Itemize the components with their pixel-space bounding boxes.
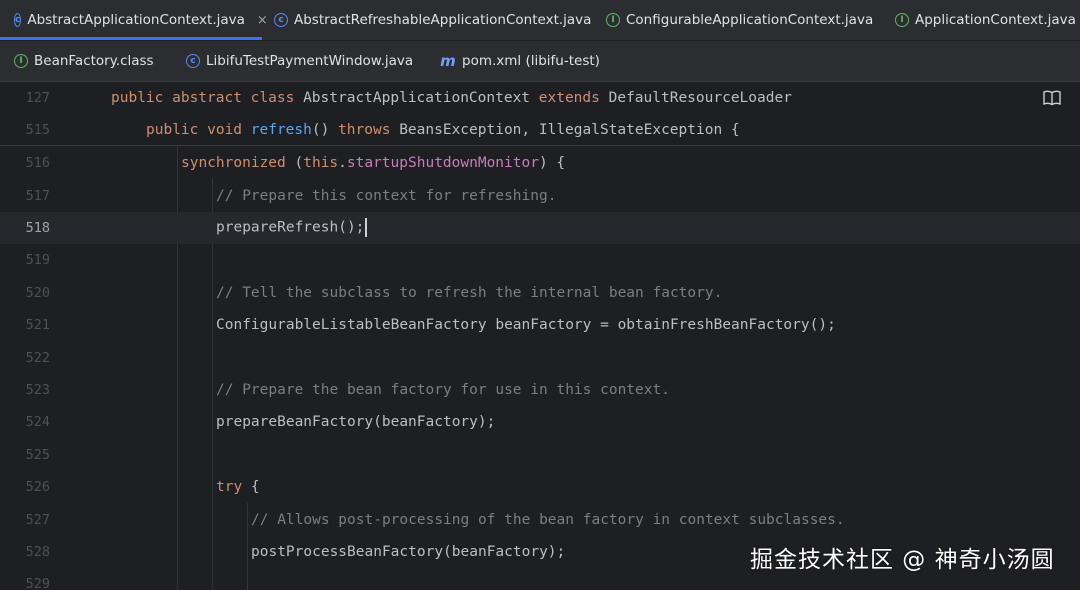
line-number: 516 <box>25 155 50 172</box>
row1-tab-2[interactable]: I ConfigurableApplicationContext.java <box>606 0 873 40</box>
code-token: // Prepare the bean factory for use in t… <box>216 381 670 398</box>
java-interface-icon: I <box>895 13 909 27</box>
code-text[interactable]: prepareRefresh(); <box>216 218 368 238</box>
line-number: 517 <box>25 187 50 204</box>
code-text[interactable]: // Prepare this context for refreshing. <box>216 188 556 204</box>
code-token: public void <box>146 121 251 138</box>
code-token: this <box>303 155 339 172</box>
line-number: 518 <box>25 219 50 236</box>
code-line[interactable]: 525 <box>0 439 1080 471</box>
line-number: 519 <box>25 252 50 269</box>
row2-tab-0[interactable]: I BeanFactory.class <box>14 41 154 81</box>
code-text[interactable]: // Allows post-processing of the bean fa… <box>251 512 845 528</box>
code-token: try <box>216 479 251 496</box>
text-caret <box>365 218 368 238</box>
editor-tabs-row-2: I BeanFactory.class c LibifuTestPaymentWind… <box>0 41 1080 82</box>
line-number: 528 <box>25 543 50 560</box>
line-number: 523 <box>25 381 50 398</box>
code-token: // Allows post-processing of the bean fa… <box>251 511 845 528</box>
line-number: 522 <box>25 349 50 366</box>
line-number: 524 <box>25 414 50 431</box>
code-line[interactable]: 524 prepareBeanFactory(beanFactory); <box>0 406 1080 438</box>
code-token: prepareBeanFactory(beanFactory); <box>216 414 496 431</box>
code-token: // Tell the subclass to refresh the inte… <box>216 284 723 301</box>
line-number: 527 <box>25 511 50 528</box>
code-line[interactable]: 523 // Prepare the bean factory for use i… <box>0 374 1080 406</box>
tab-label: BeanFactory.class <box>34 53 154 69</box>
code-token: AbstractApplicationContext <box>303 90 539 106</box>
tab-label: AbstractRefreshableApplicationContext.ja… <box>294 12 592 28</box>
code-line[interactable]: 517 // Prepare this context for refreshin… <box>0 179 1080 211</box>
line-number: 529 <box>25 576 50 590</box>
java-class-icon: c <box>186 54 200 68</box>
code-token: throws <box>338 121 400 138</box>
watermark-text: 掘金技术社区 @ 神奇小汤圆 <box>750 547 1055 573</box>
line-number: 520 <box>25 284 50 301</box>
code-text[interactable]: ConfigurableListableBeanFactory beanFact… <box>216 317 836 333</box>
row2-tab-1[interactable]: c LibifuTestPaymentWindow.java <box>186 41 413 81</box>
maven-file-icon: m <box>440 52 456 70</box>
code-token: () <box>311 121 339 138</box>
java-interface-icon: I <box>606 13 620 27</box>
tab-label: pom.xml (libifu-test) <box>462 53 600 69</box>
sticky-scroll-line-class[interactable]: 127 public abstract class AbstractApplica… <box>0 82 1080 114</box>
code-text[interactable]: // Tell the subclass to refresh the inte… <box>216 285 722 301</box>
row1-tab-0[interactable]: c AbstractApplicationContext.java × <box>0 0 268 40</box>
code-token: postProcessBeanFactory(beanFactory); <box>251 543 566 560</box>
row1-tab-1[interactable]: c AbstractRefreshableApplicationContext.j… <box>274 0 591 40</box>
java-class-icon: c <box>14 13 22 27</box>
tab-label: LibifuTestPaymentWindow.java <box>206 53 414 69</box>
sticky-scroll-line-method[interactable]: 515 public void refresh() throws BeansExc… <box>0 114 1080 146</box>
book-icon[interactable] <box>1043 90 1061 106</box>
code-line[interactable]: 516 synchronized (this.startupShutdownMon… <box>0 147 1080 179</box>
tab-label: ConfigurableApplicationContext.java <box>626 12 874 28</box>
code-editor[interactable]: 127 public abstract class AbstractApplica… <box>0 82 1080 590</box>
code-token: startupShutdownMonitor <box>346 155 539 172</box>
code-line[interactable]: 522 <box>0 341 1080 373</box>
code-text[interactable]: // Prepare the bean factory for use in t… <box>216 382 670 398</box>
code-text[interactable]: postProcessBeanFactory(beanFactory); <box>251 544 565 560</box>
java-interface-icon: I <box>14 54 28 68</box>
code-token: // Prepare this context for refreshing. <box>216 187 557 204</box>
code-line[interactable]: 521 ConfigurableListableBeanFactory beanF… <box>0 309 1080 341</box>
code-token: DefaultResourceLoader <box>608 90 792 106</box>
editor-tabs-row-1: c AbstractApplicationContext.java × c Abstra… <box>0 0 1080 41</box>
code-token: ConfigurableListableBeanFactory beanFact… <box>216 317 836 334</box>
code-token: extends <box>538 90 609 106</box>
code-token: prepareRefresh(); <box>216 219 365 236</box>
code-token: { <box>250 479 260 496</box>
line-number: 525 <box>25 446 50 463</box>
line-number: 515 <box>25 121 50 138</box>
tab-label: ApplicationContext.java <box>915 12 1076 28</box>
code-text[interactable]: prepareBeanFactory(beanFactory); <box>216 414 495 430</box>
code-token: public abstract class <box>111 90 304 106</box>
row2-tab-2[interactable]: m pom.xml (libifu-test) <box>440 41 600 81</box>
java-class-icon: c <box>274 13 288 27</box>
row1-tab-3[interactable]: I ApplicationContext.java <box>895 0 1076 40</box>
code-token: ) { <box>538 155 566 172</box>
code-line[interactable]: 526 try { <box>0 471 1080 503</box>
code-token: BeansException, IllegalStateException { <box>399 121 740 138</box>
code-text[interactable]: public void refresh() throws BeansExcept… <box>146 122 740 138</box>
code-line[interactable]: 527 // Allows post-processing of the bean… <box>0 503 1080 535</box>
line-number: 526 <box>25 479 50 496</box>
code-token: . <box>338 155 347 172</box>
code-line[interactable]: 520 // Tell the subclass to refresh the i… <box>0 277 1080 309</box>
code-text[interactable]: synchronized (this.startupShutdownMonito… <box>181 155 565 171</box>
line-number: 521 <box>25 317 50 334</box>
line-number: 127 <box>25 90 50 106</box>
code-token: refresh <box>250 121 312 138</box>
code-token: synchronized <box>181 155 295 172</box>
close-icon[interactable]: × <box>257 13 268 28</box>
tab-label: AbstractApplicationContext.java <box>27 12 245 28</box>
code-text[interactable]: try { <box>216 479 260 495</box>
code-text[interactable]: public abstract class AbstractApplicatio… <box>111 90 792 106</box>
code-line[interactable]: 519 <box>0 244 1080 276</box>
code-line-current[interactable]: 518 prepareRefresh(); <box>0 211 1080 245</box>
code-token: ( <box>294 155 304 172</box>
